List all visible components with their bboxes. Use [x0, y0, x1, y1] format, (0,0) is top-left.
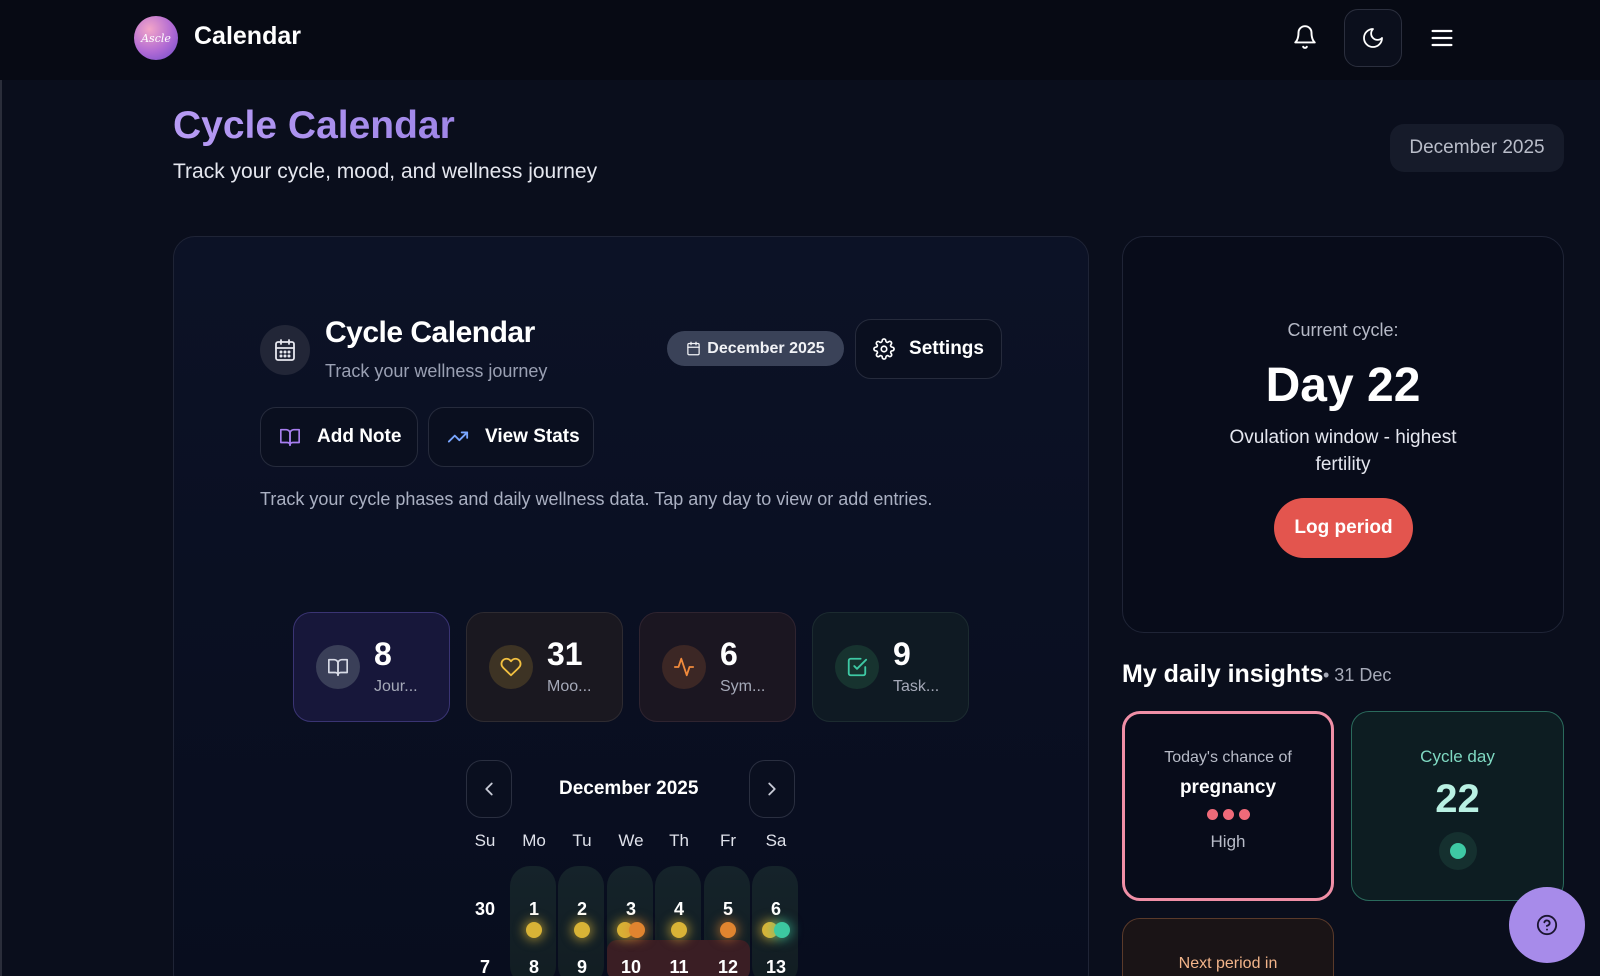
stat-value: 8: [374, 636, 392, 672]
calendar-day[interactable]: 1: [510, 899, 558, 920]
stat-label: Task...: [893, 678, 940, 695]
card-description: Track your cycle phases and daily wellne…: [260, 489, 933, 509]
check-square-icon: [835, 645, 879, 689]
pregnancy-label-line2: pregnancy: [1179, 777, 1277, 798]
calendar-day[interactable]: 9: [558, 957, 606, 976]
stat-label: Sym...: [720, 678, 766, 695]
calendar-day[interactable]: 7: [461, 957, 509, 976]
weekday-label: Sa: [765, 831, 787, 850]
calendar-day[interactable]: 6: [752, 899, 800, 920]
next-period-label: Next period in: [1178, 955, 1278, 972]
cycle-day-indicator: [1438, 832, 1477, 870]
calendar-day[interactable]: 2: [558, 899, 606, 920]
month-pill[interactable]: December 2025: [1390, 124, 1564, 172]
weekday-label: We: [618, 831, 644, 850]
book-icon: [316, 645, 360, 689]
cycle-phase-description: Ovulation window - highest fertility: [1229, 427, 1457, 475]
bell-icon[interactable]: [1292, 24, 1318, 50]
calendar-icon: [260, 325, 310, 375]
mood-dot: [574, 922, 590, 938]
month-badge[interactable]: December 2025: [667, 331, 844, 366]
insights-date: • 31 Dec: [1323, 665, 1392, 685]
calendar-day[interactable]: 13: [752, 957, 800, 976]
chevron-left-icon: [485, 782, 493, 796]
stat-journal[interactable]: 8 Jour...: [293, 612, 450, 722]
mood-dot: [526, 922, 542, 938]
symptom-dot: [629, 922, 645, 938]
stat-mood[interactable]: 31 Moo...: [466, 612, 623, 722]
chevron-right-icon: [768, 782, 776, 796]
current-cycle-day: Day 22: [1265, 359, 1421, 412]
pregnancy-chance-card[interactable]: Today's chance of pregnancy High: [1122, 711, 1334, 901]
view-stats-button[interactable]: View Stats: [428, 407, 594, 467]
cycle-day-label: Cycle day: [1420, 747, 1495, 766]
stat-value: 9: [893, 636, 911, 672]
calendar-day[interactable]: 4: [655, 899, 703, 920]
cycle-day-card[interactable]: Cycle day 22: [1351, 711, 1564, 901]
help-button[interactable]: [1509, 887, 1585, 963]
moon-icon: [1363, 28, 1383, 48]
card-title: Cycle Calendar: [325, 316, 535, 349]
weekday-label: Mo: [522, 831, 546, 850]
insights-title: My daily insights: [1122, 660, 1324, 688]
gear-icon: [873, 338, 895, 360]
calendar-day[interactable]: 5: [704, 899, 752, 920]
top-bar: Ascle Calendar: [0, 0, 1600, 80]
calendar-day[interactable]: 12: [704, 957, 752, 976]
calendar-day[interactable]: 11: [655, 957, 703, 976]
pregnancy-level: High: [1210, 832, 1246, 851]
stat-value: 6: [720, 636, 738, 672]
view-stats-label: View Stats: [485, 426, 580, 447]
pregnancy-label-line1: Today's chance of: [1164, 749, 1292, 766]
heart-icon: [489, 645, 533, 689]
activity-icon: [662, 645, 706, 689]
book-open-icon: [280, 428, 300, 447]
next-month-button[interactable]: [749, 760, 795, 818]
month-badge-label: December 2025: [707, 339, 825, 357]
stat-label: Moo...: [547, 678, 592, 695]
task-dot: [774, 922, 790, 938]
mood-dot: [671, 922, 687, 938]
calendar-day[interactable]: 30: [461, 899, 509, 920]
cycle-day-value: 22: [1435, 777, 1480, 821]
next-period-card[interactable]: Next period in: [1122, 918, 1334, 976]
log-period-button[interactable]: Log period: [1274, 498, 1413, 558]
trending-up-icon: [447, 431, 469, 443]
page-subtitle: Track your cycle, mood, and wellness jou…: [173, 160, 598, 183]
help-circle-icon: [1536, 914, 1558, 936]
add-note-label: Add Note: [317, 426, 402, 447]
settings-button[interactable]: Settings: [855, 319, 1002, 379]
app-title: Calendar: [194, 22, 301, 50]
stat-tasks[interactable]: 9 Task...: [812, 612, 969, 722]
calendar-day[interactable]: 10: [607, 957, 655, 976]
stat-symptoms[interactable]: 6 Sym...: [639, 612, 796, 722]
weekday-label: Th: [669, 831, 689, 850]
hamburger-menu-icon[interactable]: [1428, 24, 1456, 52]
add-note-button[interactable]: Add Note: [260, 407, 418, 467]
pregnancy-level-dots: [1125, 809, 1331, 820]
theme-toggle-button[interactable]: [1344, 9, 1402, 67]
calendar-day[interactable]: 8: [510, 957, 558, 976]
weekday-label: Su: [474, 831, 496, 850]
calendar-day[interactable]: 3: [607, 899, 655, 920]
weekday-label: Tu: [572, 831, 592, 850]
app-logo[interactable]: Ascle: [134, 16, 178, 60]
stat-label: Jour...: [374, 678, 418, 695]
settings-label: Settings: [909, 338, 984, 359]
weekday-label: Fr: [719, 831, 737, 850]
calendar-small-icon: [687, 341, 701, 356]
calendar-month-label: December 2025: [559, 778, 699, 799]
previous-month-button[interactable]: [466, 760, 512, 818]
current-cycle-label: Current cycle:: [1287, 320, 1399, 340]
stat-value: 31: [547, 636, 583, 672]
card-subtitle: Track your wellness journey: [325, 361, 548, 381]
symptom-dot: [720, 922, 736, 938]
logo-text: Ascle: [141, 31, 171, 45]
page-title: Cycle Calendar: [173, 104, 455, 147]
